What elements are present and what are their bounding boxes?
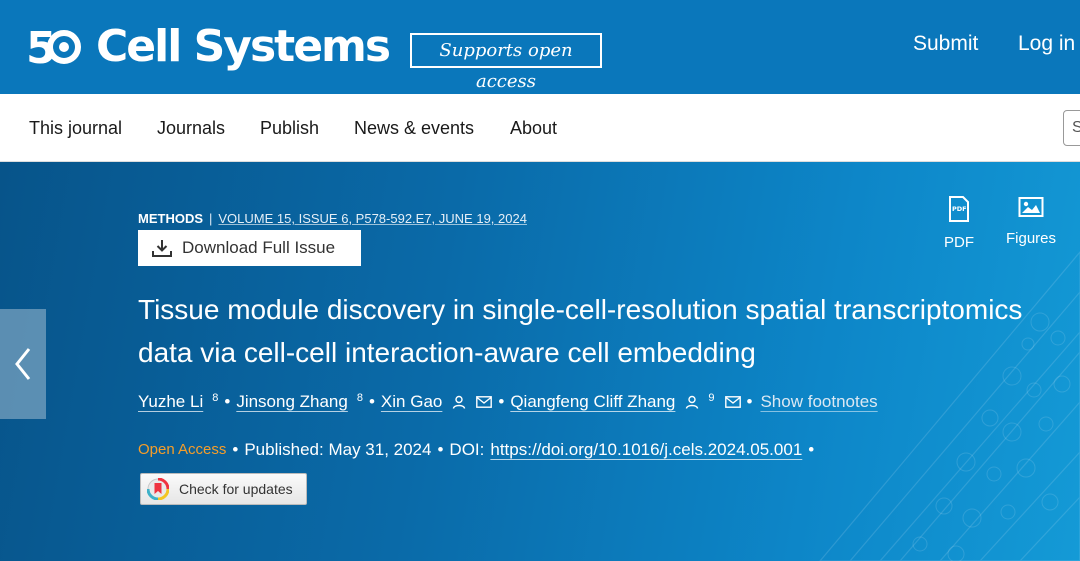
journal-logo[interactable]: 5 Cell Systems	[26, 21, 391, 72]
svg-text:PDF: PDF	[952, 205, 967, 213]
author-name[interactable]: Qiangfeng Cliff Zhang	[510, 390, 675, 414]
author-name[interactable]: Jinsong Zhang	[236, 390, 348, 414]
pdf-label: PDF	[944, 234, 974, 251]
crossmark-icon	[147, 478, 169, 500]
article-title: Tissue module discovery in single-cell-r…	[138, 294, 1023, 368]
check-for-updates-button[interactable]: Check for updates	[140, 473, 307, 505]
doi-link[interactable]: https://doi.org/10.1016/j.cels.2024.05.0…	[490, 439, 802, 461]
image-icon	[1018, 197, 1044, 217]
fifty-anniversary-logo-icon: 5	[26, 25, 81, 69]
info-separator: •	[437, 440, 444, 459]
info-separator: •	[232, 440, 239, 459]
download-full-issue-button[interactable]: Download Full Issue	[138, 230, 361, 266]
download-icon	[152, 240, 172, 257]
author-footnote-ref[interactable]: 9	[708, 386, 714, 410]
email-icon[interactable]	[724, 396, 741, 408]
main-navigation: This journal Journals Publish News & eve…	[0, 94, 1080, 162]
author-name[interactable]: Yuzhe Li	[138, 390, 203, 414]
chevron-left-icon	[15, 348, 31, 380]
article-type: METHODS	[138, 211, 203, 226]
nav-this-journal[interactable]: This journal	[29, 116, 122, 140]
author-list: Yuzhe Li 8 • Jinsong Zhang 8 • Xin Gao •…	[138, 390, 878, 414]
publication-info: Open Access • Published: May 31, 2024 • …	[138, 439, 820, 461]
author-separator: •	[746, 392, 753, 411]
previous-article-button[interactable]	[0, 309, 46, 419]
check-for-updates-label: Check for updates	[179, 481, 293, 497]
author-separator: •	[498, 392, 505, 411]
figures-label: Figures	[1005, 230, 1057, 247]
author-separator: •	[224, 392, 231, 411]
pdf-tool-button[interactable]: PDF PDF	[941, 196, 977, 252]
figures-tool-button[interactable]: Figures	[1000, 196, 1062, 248]
person-icon[interactable]	[685, 395, 699, 409]
article-hero: METHODS | VOLUME 15, ISSUE 6, P578-592.E7,…	[0, 162, 1080, 561]
author-footnote-ref[interactable]: 8	[212, 386, 218, 410]
submit-link[interactable]: Submit	[913, 30, 978, 58]
search-input[interactable]: S	[1063, 110, 1080, 146]
issue-citation-link[interactable]: VOLUME 15, ISSUE 6, P578-592.E7, JUNE 19…	[218, 211, 527, 226]
info-separator: •	[808, 440, 815, 459]
journal-header: 5 Cell Systems Supports open access Subm…	[0, 0, 1080, 94]
pdf-icon: PDF	[949, 196, 969, 222]
supports-open-access-badge[interactable]: Supports open access	[410, 33, 602, 92]
author-footnote-ref[interactable]: 8	[357, 386, 363, 410]
nav-journals[interactable]: Journals	[157, 116, 225, 140]
article-meta-line: METHODS | VOLUME 15, ISSUE 6, P578-592.E7,…	[138, 210, 527, 228]
author-separator: •	[368, 392, 375, 411]
published-date: Published: May 31, 2024	[244, 440, 432, 459]
download-full-issue-label: Download Full Issue	[182, 238, 336, 257]
person-icon[interactable]	[452, 395, 466, 409]
nav-news-events[interactable]: News & events	[354, 116, 474, 140]
login-link[interactable]: Log in	[1018, 30, 1075, 58]
nav-publish[interactable]: Publish	[260, 116, 319, 140]
doi-label: DOI:	[449, 440, 485, 459]
nav-about[interactable]: About	[510, 116, 557, 140]
logo-text: Cell Systems	[96, 21, 391, 72]
email-icon[interactable]	[476, 396, 493, 408]
show-footnotes-link[interactable]: Show footnotes	[760, 390, 877, 414]
author-name[interactable]: Xin Gao	[381, 390, 442, 414]
meta-separator: |	[209, 211, 213, 226]
open-access-label: Open Access	[138, 441, 227, 458]
